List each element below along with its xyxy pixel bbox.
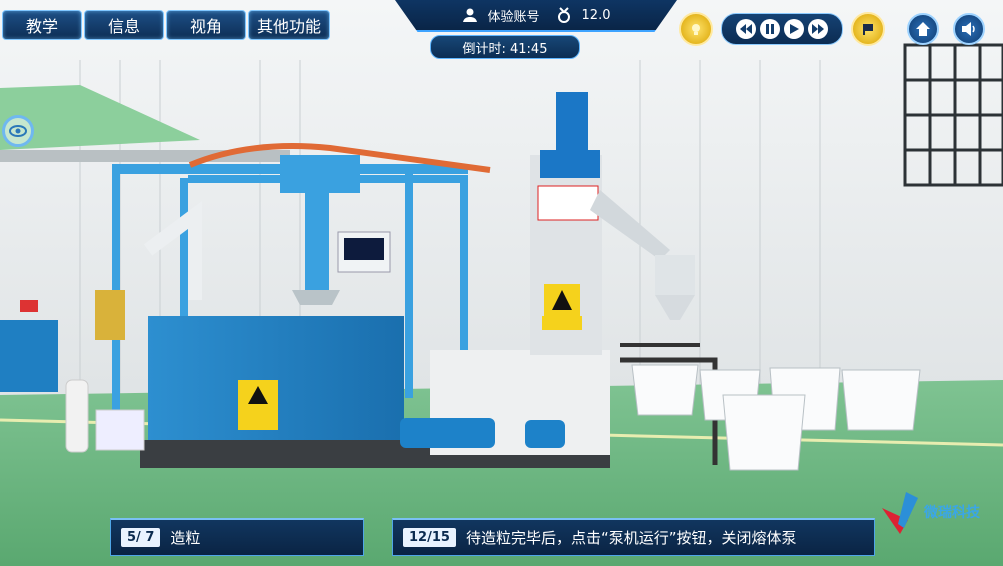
main-nav: 教学 信息 视角 其他功能 [2, 10, 330, 40]
brand-name: 微瑞科技 [924, 505, 980, 521]
user-icon [462, 7, 478, 23]
home-icon[interactable] [907, 13, 939, 45]
flag-icon[interactable] [851, 12, 885, 46]
pause-icon[interactable] [760, 19, 780, 39]
stage-label: 造粒 [170, 529, 201, 547]
task-badge: 12/15 [403, 528, 456, 547]
logo-mark-icon [882, 492, 918, 534]
task-text: 待造粒完毕后，点击“泵机运行”按钮，关闭熔体泵 [465, 529, 797, 547]
nav-info-button[interactable]: 信息 [84, 10, 164, 40]
nav-view-button[interactable]: 视角 [166, 10, 246, 40]
fast-forward-icon[interactable] [808, 19, 828, 39]
nav-other-functions-button[interactable]: 其他功能 [248, 10, 330, 40]
countdown-timer: 倒计时: 41:45 [430, 35, 580, 59]
rewind-icon[interactable] [736, 19, 756, 39]
account-label: 体验账号 [487, 9, 540, 25]
medal-icon [556, 7, 572, 23]
volume-icon[interactable] [953, 13, 985, 45]
stage-badge: 5/ 7 [121, 528, 161, 547]
eye-icon[interactable] [2, 115, 34, 147]
score-value: 12.0 [581, 7, 611, 23]
play-icon[interactable] [784, 19, 804, 39]
status-bar: 体验账号 12.0 [395, 0, 677, 32]
task-bar: 12/15 待造粒完毕后，点击“泵机运行”按钮，关闭熔体泵 [392, 518, 875, 556]
factory-scene [0, 0, 1003, 566]
stage-bar: 5/ 7 造粒 [110, 518, 364, 556]
right-controls [679, 12, 985, 46]
media-controls [721, 13, 843, 45]
brand-logo: 微瑞科技 [878, 488, 1000, 548]
lightbulb-icon[interactable] [679, 12, 713, 46]
nav-teaching-button[interactable]: 教学 [2, 10, 82, 40]
